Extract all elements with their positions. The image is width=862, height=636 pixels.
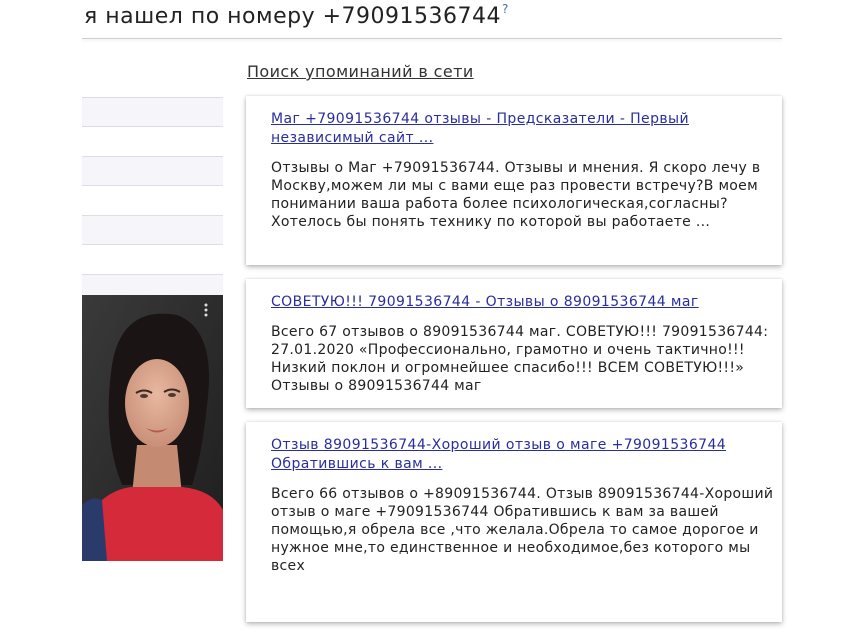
result-card: СОВЕТУЮ!!! 79091536744 - Отзывы о 890915… [246,279,782,408]
result-snippet: Всего 66 отзывов о +89091536744. Отзыв 8… [271,486,774,574]
sidebar-item[interactable] [82,156,223,186]
sidebar-item[interactable] [82,215,223,245]
result-card: Маг +79091536744 отзывы - Предсказатели … [246,96,782,265]
result-snippet: Всего 67 отзывов о 89091536744 маг. СОВЕ… [271,324,769,394]
help-mark[interactable]: ? [502,2,509,16]
mentions-search-link[interactable]: Поиск упоминаний в сети [247,62,474,81]
result-title-link[interactable]: СОВЕТУЮ!!! 79091536744 - Отзывы о 890915… [271,293,778,312]
page-title-text: я нашел по номеру +79091536744 [84,4,502,29]
result-card: Отзыв 89091536744-Хороший отзыв о маге +… [246,422,782,622]
result-title-link[interactable]: Отзыв 89091536744-Хороший отзыв о маге +… [271,436,778,474]
title-divider [82,38,782,39]
result-title-link[interactable]: Маг +79091536744 отзывы - Предсказатели … [271,110,778,148]
page-title: я нашел по номеру +79091536744? [84,2,509,29]
search-results: Маг +79091536744 отзывы - Предсказатели … [246,96,782,636]
sidebar-photo[interactable] [82,295,223,561]
sidebar-item[interactable] [82,97,223,127]
result-snippet: Отзывы о Маг +79091536744. Отзывы и мнен… [271,160,761,230]
woman-portrait-image [82,295,223,561]
